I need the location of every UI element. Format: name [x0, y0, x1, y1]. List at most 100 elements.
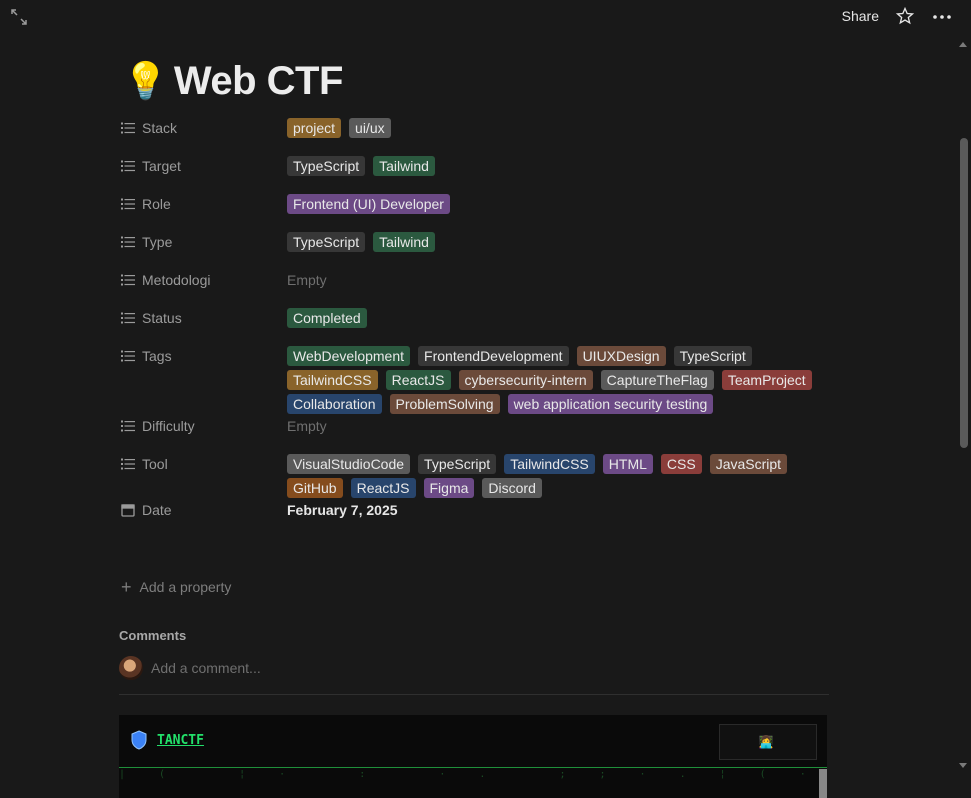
- embed-scrollbar[interactable]: [819, 769, 827, 798]
- comment-row: [119, 655, 829, 681]
- star-icon[interactable]: [895, 6, 915, 26]
- property-value[interactable]: TypeScript Tailwind: [287, 154, 829, 176]
- tag[interactable]: Figma: [423, 478, 475, 498]
- tag[interactable]: ProblemSolving: [389, 394, 500, 414]
- tag[interactable]: TypeScript: [287, 156, 366, 176]
- tag[interactable]: TailwindCSS: [287, 370, 378, 390]
- scrollbar-thumb[interactable]: [960, 138, 968, 448]
- tag[interactable]: Frontend (UI) Developer: [287, 194, 450, 214]
- property-row-status: Status Completed: [119, 306, 829, 344]
- property-row-type: Type TypeScript Tailwind: [119, 230, 829, 268]
- tag[interactable]: TypeScript: [418, 454, 497, 474]
- calendar-icon: [121, 503, 135, 517]
- property-value[interactable]: Empty: [287, 414, 829, 436]
- tag[interactable]: HTML: [602, 454, 653, 474]
- add-property-label: Add a property: [139, 579, 232, 595]
- tag[interactable]: web application security testing: [507, 394, 714, 414]
- properties-list: Stack project ui/ux Target TypeScript Tailwin…: [119, 116, 829, 536]
- plus-icon: +: [121, 577, 132, 597]
- property-label-text: Tags: [142, 348, 172, 364]
- empty-value: Empty: [287, 272, 327, 288]
- embed-logo[interactable]: TANCTF: [131, 730, 204, 750]
- tag[interactable]: FrontendDevelopment: [418, 346, 569, 366]
- tag[interactable]: ReactJS: [385, 370, 451, 390]
- property-label-text: Difficulty: [142, 418, 195, 434]
- tag[interactable]: project: [287, 118, 342, 138]
- embed-brand[interactable]: TANCTF: [157, 733, 204, 748]
- property-value[interactable]: February 7, 2025: [287, 498, 829, 520]
- list-icon: [121, 273, 135, 287]
- expand-icon[interactable]: [10, 8, 28, 26]
- tag[interactable]: Discord: [482, 478, 542, 498]
- property-label[interactable]: Tags: [119, 344, 287, 368]
- page-icon[interactable]: 💡: [123, 59, 168, 103]
- list-icon: [121, 159, 135, 173]
- more-icon[interactable]: [931, 7, 953, 27]
- tag[interactable]: ui/ux: [349, 118, 391, 138]
- property-row-stack: Stack project ui/ux: [119, 116, 829, 154]
- property-label[interactable]: Stack: [119, 116, 287, 140]
- property-label[interactable]: Role: [119, 192, 287, 216]
- shield-icon: [131, 730, 147, 750]
- tag[interactable]: TypeScript: [673, 346, 752, 366]
- property-value[interactable]: Frontend (UI) Developer: [287, 192, 829, 214]
- scroll-down-arrow[interactable]: [959, 763, 967, 768]
- property-value[interactable]: TypeScript Tailwind: [287, 230, 829, 252]
- tag[interactable]: Completed: [287, 308, 367, 328]
- tag[interactable]: Tailwind: [373, 156, 435, 176]
- page-title[interactable]: Web CTF: [174, 59, 344, 104]
- property-label[interactable]: Date: [119, 498, 287, 522]
- tag[interactable]: TeamProject: [721, 370, 812, 390]
- property-label[interactable]: Difficulty: [119, 414, 287, 438]
- embed-divider: [119, 767, 827, 768]
- scroll-up-arrow[interactable]: [959, 42, 967, 47]
- tag[interactable]: CaptureTheFlag: [600, 370, 714, 390]
- user-icon: 👩‍💻: [758, 735, 774, 749]
- share-button[interactable]: Share: [842, 8, 879, 24]
- embed-user-button[interactable]: 👩‍💻: [719, 724, 817, 760]
- property-value[interactable]: Empty: [287, 268, 829, 290]
- property-label[interactable]: Tool: [119, 452, 287, 476]
- empty-value: Empty: [287, 418, 327, 434]
- property-label-text: Target: [142, 158, 181, 174]
- property-row-tool: Tool VisualStudioCode TypeScript TailwindCS…: [119, 452, 829, 498]
- tag[interactable]: cybersecurity-intern: [458, 370, 593, 390]
- property-row-target: Target TypeScript Tailwind: [119, 154, 829, 192]
- property-value[interactable]: WebDevelopment FrontendDevelopment UIUXDes…: [287, 344, 829, 414]
- property-row-metodologi: Metodologi Empty: [119, 268, 829, 306]
- tag[interactable]: TailwindCSS: [504, 454, 595, 474]
- tag[interactable]: Tailwind: [373, 232, 435, 252]
- list-icon: [121, 311, 135, 325]
- property-label-text: Metodologi: [142, 272, 211, 288]
- embedded-page-preview[interactable]: TANCTF 👩‍💻 | ( ¦ · : · . ; ; · . ¦ ( · ¦: [119, 715, 827, 798]
- tag[interactable]: CSS: [660, 454, 702, 474]
- tag[interactable]: UIUXDesign: [576, 346, 666, 366]
- property-label[interactable]: Type: [119, 230, 287, 254]
- property-label-text: Stack: [142, 120, 178, 136]
- property-value[interactable]: Completed: [287, 306, 829, 328]
- property-label[interactable]: Target: [119, 154, 287, 178]
- property-value[interactable]: project ui/ux: [287, 116, 829, 138]
- list-icon: [121, 197, 135, 211]
- property-label[interactable]: Status: [119, 306, 287, 330]
- tag[interactable]: ReactJS: [350, 478, 416, 498]
- property-label-text: Role: [142, 196, 171, 212]
- list-icon: [121, 349, 135, 363]
- add-property-button[interactable]: + Add a property: [119, 577, 231, 597]
- tag[interactable]: WebDevelopment: [287, 346, 411, 366]
- property-row-difficulty: Difficulty Empty: [119, 414, 829, 452]
- tag[interactable]: GitHub: [287, 478, 343, 498]
- title-row: 💡 Web CTF: [119, 56, 343, 106]
- comment-input[interactable]: [151, 660, 751, 676]
- comments-title: Comments: [119, 628, 187, 643]
- tag[interactable]: Collaboration: [287, 394, 382, 414]
- divider: [119, 694, 829, 695]
- tag[interactable]: VisualStudioCode: [287, 454, 411, 474]
- property-value[interactable]: VisualStudioCode TypeScript TailwindCSS HTM…: [287, 452, 829, 498]
- property-label-text: Date: [142, 502, 172, 518]
- tag[interactable]: TypeScript: [287, 232, 366, 252]
- property-label[interactable]: Metodologi: [119, 268, 287, 292]
- tag[interactable]: JavaScript: [709, 454, 788, 474]
- property-row-tags: Tags WebDevelopment FrontendDevelopment UIU…: [119, 344, 829, 414]
- property-label-text: Tool: [142, 456, 168, 472]
